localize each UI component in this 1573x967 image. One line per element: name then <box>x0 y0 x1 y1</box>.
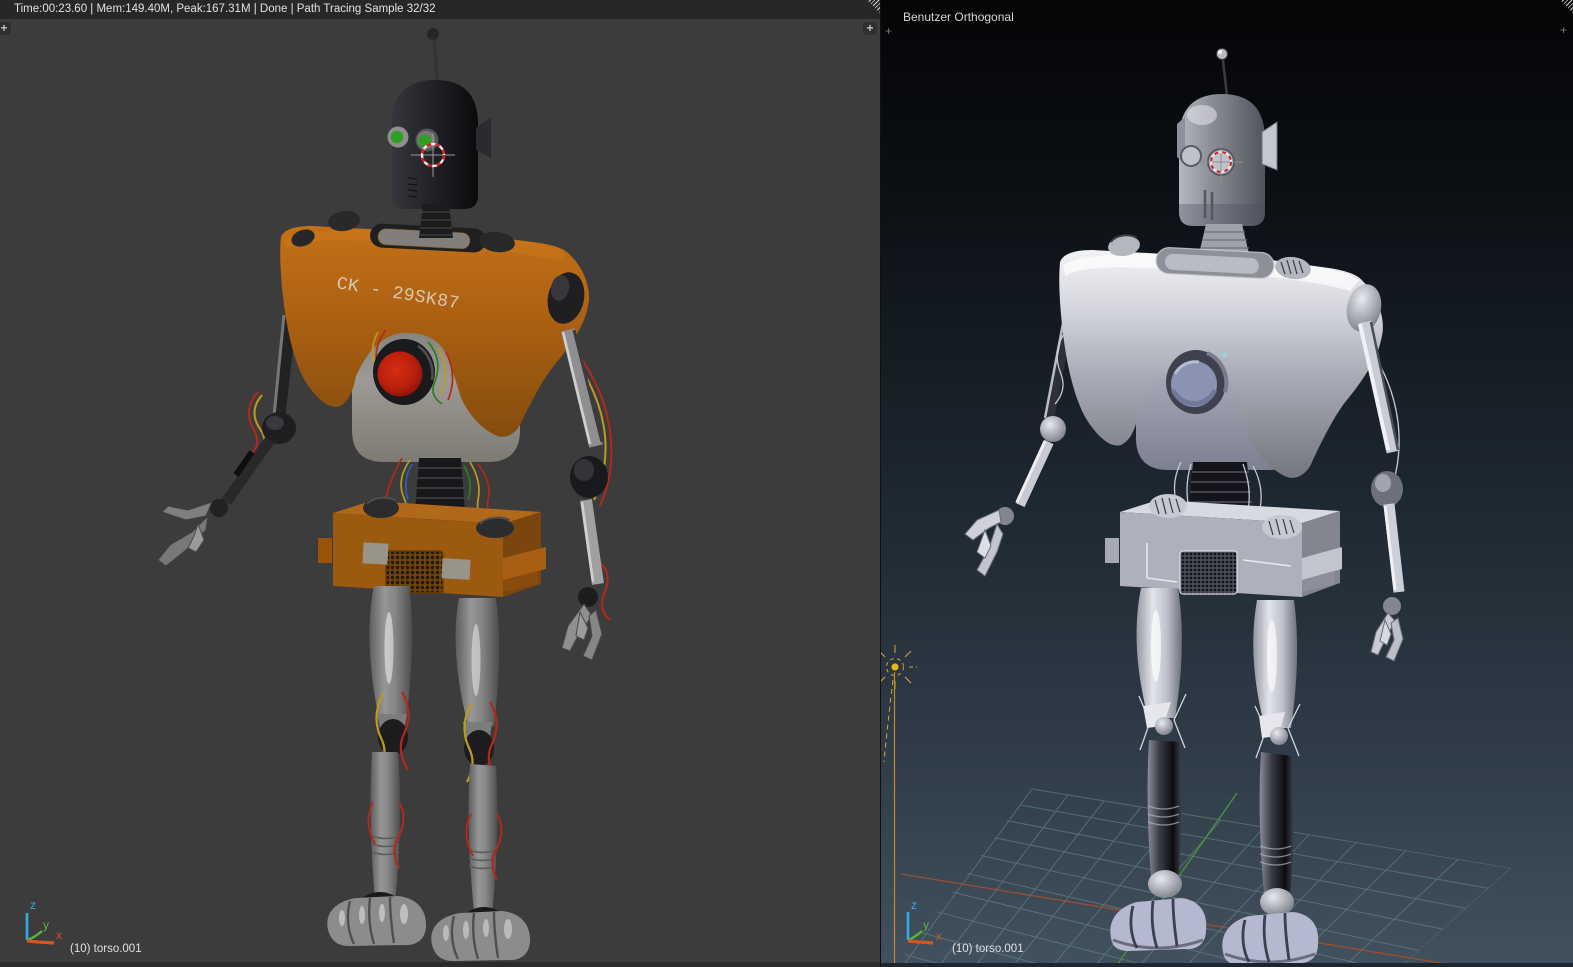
svg-text:y: y <box>923 918 929 932</box>
svg-text:x: x <box>56 928 62 942</box>
svg-text:x: x <box>936 929 942 943</box>
svg-text:z: z <box>911 898 917 912</box>
svg-text:y: y <box>43 918 49 932</box>
svg-text:z: z <box>30 898 36 912</box>
